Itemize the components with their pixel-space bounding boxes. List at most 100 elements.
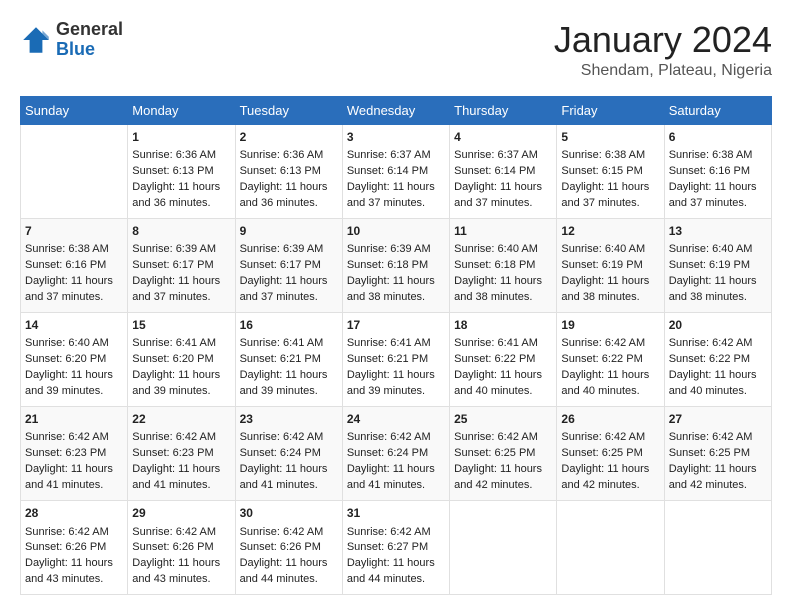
- calendar-day-cell: 2Sunrise: 6:36 AMSunset: 6:13 PMDaylight…: [235, 124, 342, 218]
- col-header-wednesday: Wednesday: [342, 96, 449, 124]
- calendar-day-cell: 1Sunrise: 6:36 AMSunset: 6:13 PMDaylight…: [128, 124, 235, 218]
- day-info-line: Daylight: 11 hours: [347, 556, 445, 572]
- day-number: 17: [347, 317, 445, 334]
- day-number: 6: [669, 129, 767, 146]
- day-info-line: Sunset: 6:17 PM: [132, 258, 230, 274]
- day-info-line: Sunset: 6:26 PM: [240, 540, 338, 556]
- day-number: 24: [347, 411, 445, 428]
- day-number: 2: [240, 129, 338, 146]
- day-info-line: Daylight: 11 hours: [347, 180, 445, 196]
- day-info-line: Sunrise: 6:42 AM: [669, 336, 767, 352]
- day-info-line: Sunset: 6:14 PM: [454, 164, 552, 180]
- day-info-line: and 42 minutes.: [454, 478, 552, 494]
- day-info-line: Daylight: 11 hours: [669, 274, 767, 290]
- day-info-line: Daylight: 11 hours: [25, 368, 123, 384]
- day-info-line: Sunset: 6:20 PM: [132, 352, 230, 368]
- day-info-line: Sunset: 6:13 PM: [240, 164, 338, 180]
- title-block: January 2024 Shendam, Plateau, Nigeria: [554, 20, 772, 80]
- day-info-line: and 39 minutes.: [240, 384, 338, 400]
- day-number: 18: [454, 317, 552, 334]
- day-info-line: Sunset: 6:25 PM: [561, 446, 659, 462]
- day-info-line: Sunrise: 6:38 AM: [25, 242, 123, 258]
- day-info-line: Sunrise: 6:38 AM: [561, 148, 659, 164]
- day-number: 23: [240, 411, 338, 428]
- day-info-line: Sunset: 6:18 PM: [347, 258, 445, 274]
- calendar-header-row: SundayMondayTuesdayWednesdayThursdayFrid…: [21, 96, 772, 124]
- day-number: 16: [240, 317, 338, 334]
- calendar-day-cell: 10Sunrise: 6:39 AMSunset: 6:18 PMDayligh…: [342, 218, 449, 312]
- day-info-line: Daylight: 11 hours: [669, 180, 767, 196]
- day-info-line: Daylight: 11 hours: [132, 274, 230, 290]
- day-info-line: and 42 minutes.: [669, 478, 767, 494]
- day-info-line: Sunrise: 6:42 AM: [132, 430, 230, 446]
- day-info-line: Daylight: 11 hours: [561, 274, 659, 290]
- calendar-day-cell: 18Sunrise: 6:41 AMSunset: 6:22 PMDayligh…: [450, 312, 557, 406]
- day-info-line: Daylight: 11 hours: [669, 368, 767, 384]
- day-info-line: Sunrise: 6:42 AM: [561, 336, 659, 352]
- day-info-line: Sunrise: 6:41 AM: [240, 336, 338, 352]
- day-info-line: and 41 minutes.: [25, 478, 123, 494]
- logo-blue-text: Blue: [56, 40, 123, 60]
- calendar-week-row: 7Sunrise: 6:38 AMSunset: 6:16 PMDaylight…: [21, 218, 772, 312]
- calendar-day-cell: 29Sunrise: 6:42 AMSunset: 6:26 PMDayligh…: [128, 501, 235, 595]
- day-info-line: Sunset: 6:25 PM: [454, 446, 552, 462]
- calendar-day-cell: 20Sunrise: 6:42 AMSunset: 6:22 PMDayligh…: [664, 312, 771, 406]
- day-info-line: Sunset: 6:23 PM: [132, 446, 230, 462]
- day-info-line: and 41 minutes.: [132, 478, 230, 494]
- day-info-line: Daylight: 11 hours: [25, 556, 123, 572]
- day-info-line: and 37 minutes.: [454, 196, 552, 212]
- day-number: 10: [347, 223, 445, 240]
- day-info-line: Sunset: 6:23 PM: [25, 446, 123, 462]
- page-header: General Blue January 2024 Shendam, Plate…: [20, 20, 772, 80]
- day-info-line: Daylight: 11 hours: [561, 180, 659, 196]
- calendar-day-cell: 22 Sunrise: 6:42 AMSunset: 6:23 PMDayligh…: [128, 407, 235, 501]
- day-info-line: Sunrise: 6:42 AM: [25, 430, 123, 446]
- calendar-table: SundayMondayTuesdayWednesdayThursdayFrid…: [20, 96, 772, 596]
- day-info-line: Daylight: 11 hours: [454, 462, 552, 478]
- calendar-week-row: 1Sunrise: 6:36 AMSunset: 6:13 PMDaylight…: [21, 124, 772, 218]
- day-number: 4: [454, 129, 552, 146]
- calendar-day-cell: 27Sunrise: 6:42 AMSunset: 6:25 PMDayligh…: [664, 407, 771, 501]
- day-info-line: Sunrise: 6:42 AM: [240, 525, 338, 541]
- calendar-empty-cell: [450, 501, 557, 595]
- day-number: 14: [25, 317, 123, 334]
- col-header-saturday: Saturday: [664, 96, 771, 124]
- day-number: 1: [132, 129, 230, 146]
- day-info-line: Sunrise: 6:40 AM: [669, 242, 767, 258]
- month-year-title: January 2024: [554, 20, 772, 60]
- day-info-line: Sunrise: 6:39 AM: [132, 242, 230, 258]
- day-info-line: Sunset: 6:21 PM: [347, 352, 445, 368]
- day-info-line: Sunset: 6:26 PM: [25, 540, 123, 556]
- day-info-line: Sunrise: 6:41 AM: [132, 336, 230, 352]
- day-info-line: Sunrise: 6:42 AM: [25, 525, 123, 541]
- day-number: 22: [132, 411, 230, 428]
- logo-icon: [20, 24, 52, 56]
- logo-general-text: General: [56, 20, 123, 40]
- calendar-day-cell: 16Sunrise: 6:41 AMSunset: 6:21 PMDayligh…: [235, 312, 342, 406]
- day-info-line: Sunrise: 6:36 AM: [132, 148, 230, 164]
- calendar-day-cell: 19Sunrise: 6:42 AMSunset: 6:22 PMDayligh…: [557, 312, 664, 406]
- calendar-week-row: 28Sunrise: 6:42 AMSunset: 6:26 PMDayligh…: [21, 501, 772, 595]
- day-info-line: Daylight: 11 hours: [132, 462, 230, 478]
- day-info-line: Daylight: 11 hours: [240, 462, 338, 478]
- day-info-line: and 39 minutes.: [132, 384, 230, 400]
- day-info-line: Sunrise: 6:42 AM: [347, 525, 445, 541]
- day-info-line: and 39 minutes.: [347, 384, 445, 400]
- day-info-line: Sunset: 6:14 PM: [347, 164, 445, 180]
- day-info-line: Daylight: 11 hours: [240, 556, 338, 572]
- calendar-day-cell: 3Sunrise: 6:37 AMSunset: 6:14 PMDaylight…: [342, 124, 449, 218]
- day-number: 21: [25, 411, 123, 428]
- day-info-line: and 37 minutes.: [240, 290, 338, 306]
- col-header-thursday: Thursday: [450, 96, 557, 124]
- day-info-line: Daylight: 11 hours: [669, 462, 767, 478]
- day-info-line: Sunrise: 6:42 AM: [454, 430, 552, 446]
- day-info-line: Sunrise: 6:42 AM: [347, 430, 445, 446]
- logo: General Blue: [20, 20, 123, 60]
- calendar-day-cell: 28Sunrise: 6:42 AMSunset: 6:26 PMDayligh…: [21, 501, 128, 595]
- day-info-line: and 40 minutes.: [669, 384, 767, 400]
- day-number: 9: [240, 223, 338, 240]
- calendar-empty-cell: [21, 124, 128, 218]
- day-number: 31: [347, 505, 445, 522]
- calendar-empty-cell: [664, 501, 771, 595]
- day-info-line: Daylight: 11 hours: [240, 180, 338, 196]
